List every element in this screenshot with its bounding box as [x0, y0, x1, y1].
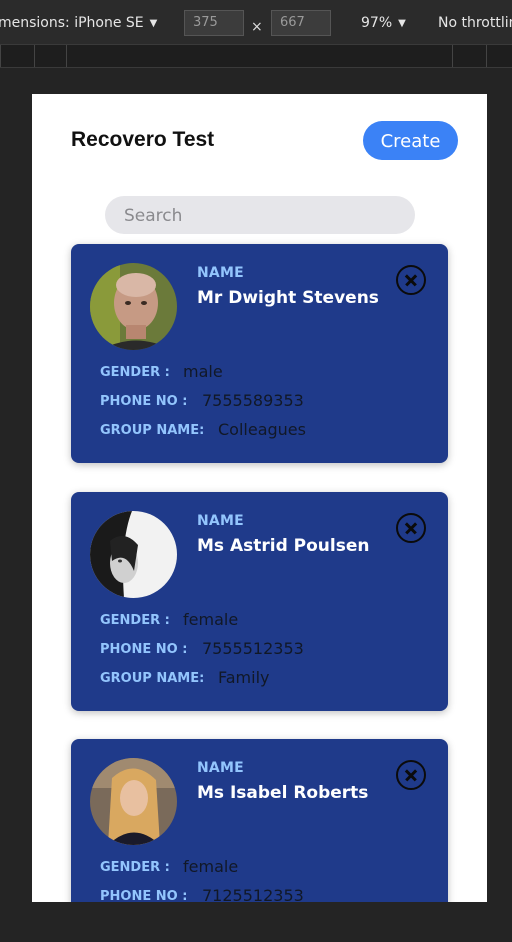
ruler-segment	[0, 45, 35, 67]
avatar-photo	[90, 758, 177, 845]
gender-value: male	[183, 362, 223, 381]
device-viewport: Recovero Test Create Search NAME Mr Dwig…	[32, 94, 487, 902]
zoom-selector[interactable]: 97% ▼	[361, 0, 406, 44]
phone-value: 7555512353	[202, 639, 304, 658]
gender-label: GENDER :	[100, 613, 170, 628]
ruler-segment	[486, 45, 512, 67]
throttle-selector[interactable]: No throttlin	[438, 0, 512, 44]
contact-name: Ms Isabel Roberts	[197, 783, 369, 803]
close-icon[interactable]	[396, 513, 426, 543]
create-button[interactable]: Create	[363, 121, 458, 160]
close-icon[interactable]	[396, 265, 426, 295]
media-query-bar[interactable]	[0, 45, 512, 68]
name-label: NAME	[197, 513, 244, 529]
phone-label: PHONE NO :	[100, 394, 188, 409]
group-value: Family	[218, 668, 270, 687]
contact-card: NAME Ms Astrid Poulsen GENDER : female P…	[71, 492, 448, 711]
gender-label: GENDER :	[100, 365, 170, 380]
ruler-segment	[34, 45, 67, 67]
avatar	[90, 758, 177, 845]
gender-value: female	[183, 857, 239, 876]
search-input[interactable]: Search	[105, 196, 415, 234]
ruler-segment	[66, 45, 453, 67]
phone-label: PHONE NO :	[100, 889, 188, 902]
close-icon[interactable]	[396, 760, 426, 790]
page-title: Recovero Test	[71, 128, 215, 151]
group-value: Colleagues	[218, 420, 306, 439]
devtools-toolbar: mensions: iPhone SE ▼ 375 × 667 97% ▼ No t…	[0, 0, 512, 45]
device-selector[interactable]: mensions: iPhone SE ▼	[0, 0, 157, 44]
gender-label: GENDER :	[100, 860, 170, 875]
contact-card: NAME Ms Isabel Roberts GENDER : female P…	[71, 739, 448, 902]
avatar-photo	[90, 263, 177, 350]
phone-value: 7555589353	[202, 391, 304, 410]
height-input[interactable]: 667	[271, 10, 331, 36]
avatar	[90, 511, 177, 598]
name-label: NAME	[197, 760, 244, 776]
caret-down-icon: ▼	[398, 18, 406, 29]
width-input[interactable]: 375	[184, 10, 244, 36]
contact-name: Ms Astrid Poulsen	[197, 536, 370, 556]
caret-down-icon: ▼	[149, 18, 158, 29]
name-label: NAME	[197, 265, 244, 281]
dimension-separator: ×	[251, 19, 263, 35]
phone-label: PHONE NO :	[100, 642, 188, 657]
gender-value: female	[183, 610, 239, 629]
ruler-segment	[452, 45, 487, 67]
avatar	[90, 263, 177, 350]
contact-card: NAME Mr Dwight Stevens GENDER : male PHO…	[71, 244, 448, 463]
zoom-label: 97%	[361, 15, 393, 31]
contact-name: Mr Dwight Stevens	[197, 288, 379, 308]
avatar-photo	[90, 511, 177, 598]
group-label: GROUP NAME:	[100, 671, 205, 686]
phone-value: 7125512353	[202, 886, 304, 902]
group-label: GROUP NAME:	[100, 423, 205, 438]
device-label: mensions: iPhone SE	[0, 15, 144, 31]
